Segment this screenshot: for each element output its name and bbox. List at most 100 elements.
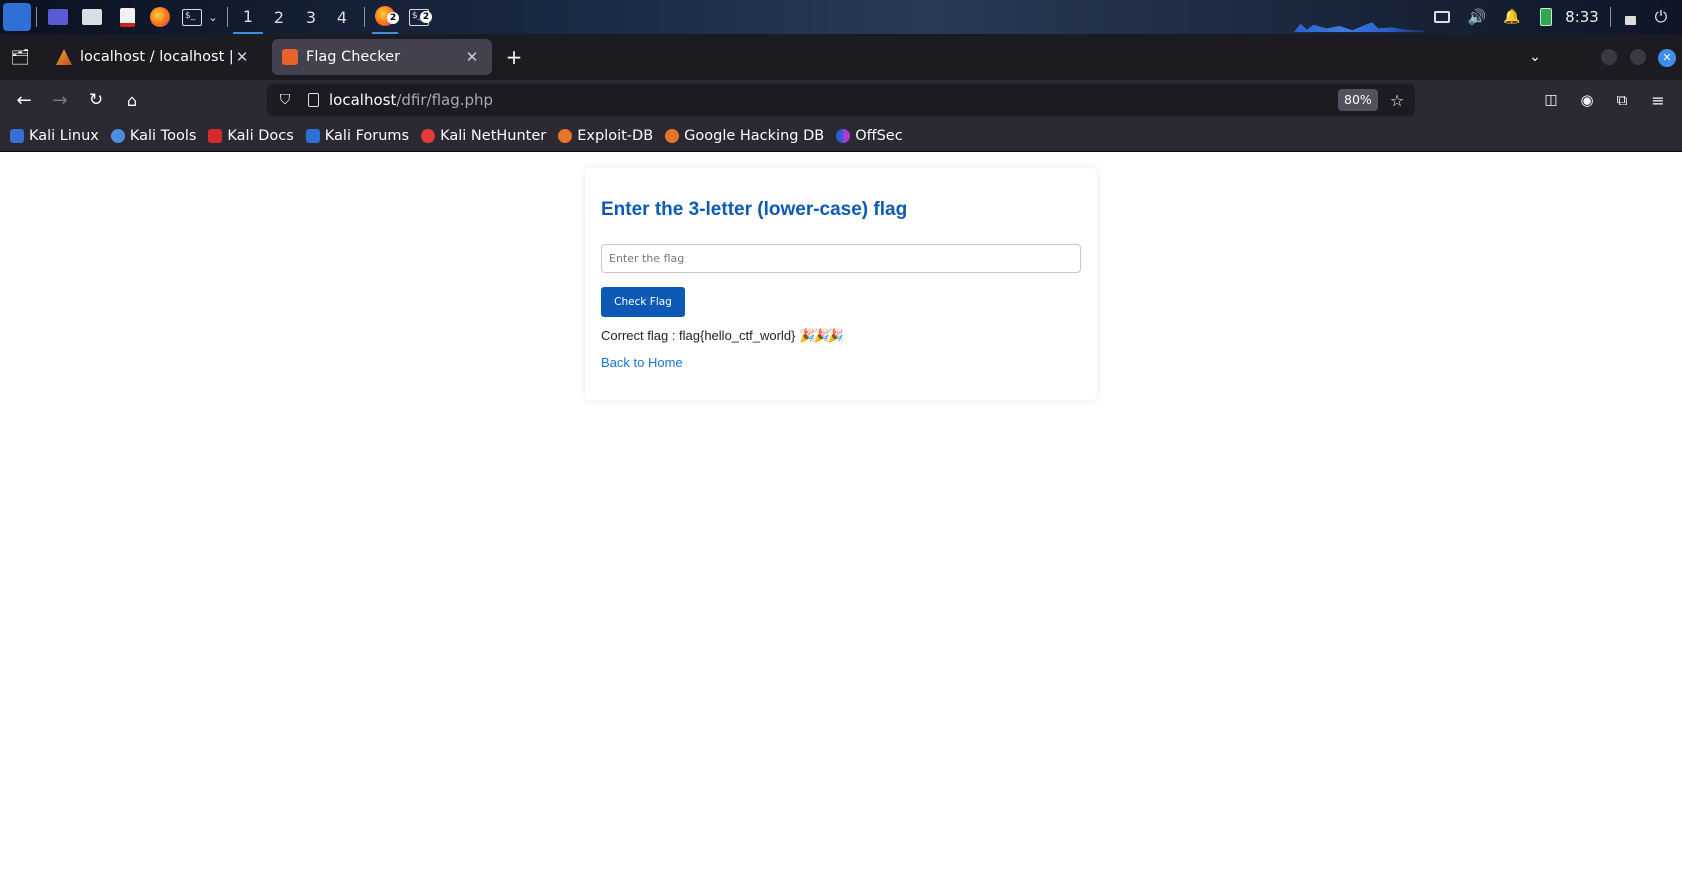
chevron-down-icon[interactable]: ⌄: [206, 0, 220, 34]
list-all-tabs-chevron-icon[interactable]: ⌄: [1523, 45, 1547, 69]
bookmark-label: Kali Docs: [227, 127, 294, 144]
bookmark-kali-linux[interactable]: Kali Linux: [10, 128, 99, 144]
window-close-button[interactable]: ✕: [1658, 49, 1676, 67]
bookmark-label: Kali Tools: [129, 127, 197, 144]
folder-icon: [82, 9, 102, 25]
pocket-icon[interactable]: ◫: [1539, 88, 1563, 112]
page-info-icon[interactable]: [303, 90, 323, 110]
url-path: /dfir/flag.php: [396, 91, 494, 109]
window-count-badge: 2: [420, 10, 432, 23]
cpu-graph-bars: [1294, 22, 1424, 32]
bookmarks-toolbar: Kali Linux Kali Tools Kali Docs Kali For…: [0, 120, 1682, 152]
bookmark-kali-docs[interactable]: Kali Docs: [208, 127, 294, 144]
cpu-graph: [1294, 0, 1424, 34]
terminal-launcher[interactable]: $_: [180, 0, 204, 34]
account-icon[interactable]: ◉: [1575, 88, 1599, 112]
workspace-1[interactable]: 1: [233, 0, 263, 34]
tab-phpmyadmin[interactable]: localhost / localhost | phpMyAdmin ✕: [46, 39, 262, 75]
bookmark-google-hacking-db[interactable]: Google Hacking DB: [665, 128, 824, 144]
party-popper-icon: 🎉🎉🎉: [799, 328, 844, 343]
close-icon[interactable]: ✕: [232, 48, 252, 66]
maximize-icon: [1630, 49, 1646, 65]
clock[interactable]: 8:33: [1562, 0, 1602, 34]
display-icon[interactable]: [1432, 0, 1452, 34]
bookmark-offsec[interactable]: OffSec: [836, 128, 903, 144]
workspace-4[interactable]: 4: [327, 0, 357, 34]
show-desktop-button[interactable]: [46, 0, 70, 34]
nethunter-icon: [421, 128, 436, 143]
result-message: Correct flag : flag{hello_ctf_world} 🎉🎉🎉: [601, 328, 844, 344]
bookmark-label: Google Hacking DB: [684, 127, 825, 144]
hamburger-menu-icon[interactable]: ≡: [1646, 88, 1670, 112]
back-arrow-icon[interactable]: ←: [12, 88, 36, 112]
bookmark-label: Exploit-DB: [577, 127, 654, 144]
panel-separator: [227, 7, 228, 27]
bookmark-label: Kali Linux: [29, 127, 99, 144]
check-flag-button[interactable]: Check Flag: [601, 287, 685, 317]
text-editor-icon: [119, 7, 135, 27]
close-icon[interactable]: ✕: [462, 48, 482, 66]
maximize-button[interactable]: [1630, 49, 1646, 65]
navigation-toolbar: ← → ↻ ⌂ ⛉ localhost/dfir/flag.php 80% ☆ …: [0, 80, 1682, 120]
tab-label: Flag Checker: [306, 49, 401, 65]
kali-docs-icon: [208, 128, 223, 143]
xampp-icon: [282, 49, 298, 65]
taskbar-terminal[interactable]: $_ 2: [406, 0, 432, 34]
kali-forums-icon: [305, 128, 320, 143]
tab-overview-icon[interactable]: 🗂: [8, 45, 32, 69]
workspace-2[interactable]: 2: [264, 0, 294, 34]
panel-separator: [1610, 7, 1611, 27]
tab-label: localhost / localhost | phpMyAdmin: [80, 49, 232, 65]
lock-icon[interactable]: [1620, 0, 1640, 34]
bookmark-label: Kali Forums: [324, 127, 410, 144]
reload-icon[interactable]: ↻: [84, 88, 108, 112]
flag-checker-card: Enter the 3-letter (lower-case) flag Che…: [585, 168, 1097, 400]
minimize-button[interactable]: [1601, 49, 1617, 65]
tracking-shield-icon[interactable]: ⛉: [275, 90, 295, 110]
address-bar[interactable]: ⛉ localhost/dfir/flag.php 80% ☆: [267, 84, 1415, 116]
bookmark-label: Kali NetHunter: [440, 127, 547, 144]
forward-arrow-icon[interactable]: →: [48, 88, 72, 112]
desktop-icon: [48, 9, 68, 25]
workspace-3[interactable]: 3: [296, 0, 326, 34]
panel-separator: [364, 7, 365, 27]
zoom-level-button[interactable]: 80%: [1338, 89, 1378, 111]
notification-bell-icon[interactable]: 🔔: [1502, 0, 1522, 34]
window-count-badge: 2: [387, 12, 399, 24]
bookmark-kali-nethunter[interactable]: Kali NetHunter: [421, 128, 546, 144]
window-close-icon: ✕: [1658, 49, 1676, 67]
kali-menu-button[interactable]: [3, 0, 31, 34]
flag-input[interactable]: [601, 244, 1081, 273]
file-manager-button[interactable]: [80, 0, 104, 34]
system-panel: $_ ⌄ 1 2 3 4 2 $_ 2 🔊 🔔 8:33 ⏻: [0, 0, 1682, 34]
bookmark-kali-forums[interactable]: Kali Forums: [305, 127, 410, 144]
taskbar-firefox[interactable]: 2: [372, 0, 399, 34]
exploit-db-icon: [558, 128, 573, 143]
bookmark-star-icon[interactable]: ☆: [1387, 90, 1407, 110]
extensions-puzzle-icon[interactable]: ⧉: [1610, 88, 1634, 112]
text-editor-button[interactable]: [116, 0, 138, 34]
url-text[interactable]: localhost/dfir/flag.php: [329, 84, 493, 116]
phpmyadmin-icon: [56, 49, 72, 65]
back-to-home-link[interactable]: Back to Home: [601, 355, 683, 370]
tab-flag-checker[interactable]: Flag Checker ✕: [272, 39, 492, 75]
browser-tab-strip: 🗂 localhost / localhost | phpMyAdmin ✕ F…: [0, 34, 1682, 80]
kali-tools-icon: [110, 128, 125, 143]
firefox-launcher[interactable]: [148, 0, 172, 34]
ghdb-icon: [665, 128, 680, 143]
web-page: Enter the 3-letter (lower-case) flag Che…: [0, 153, 1682, 878]
new-tab-plus-icon[interactable]: +: [502, 45, 526, 69]
logout-icon[interactable]: ⏻: [1650, 0, 1672, 34]
home-icon[interactable]: ⌂: [120, 88, 144, 112]
url-host: localhost: [329, 91, 397, 109]
bookmark-label: OffSec: [855, 127, 903, 144]
volume-icon[interactable]: 🔊: [1466, 0, 1488, 34]
page-title: Enter the 3-letter (lower-case) flag: [601, 199, 908, 220]
bookmark-exploit-db[interactable]: Exploit-DB: [558, 128, 653, 144]
terminal-icon: $_ 2: [409, 8, 432, 26]
battery-icon[interactable]: [1536, 0, 1556, 34]
kali-dragon-icon: [10, 128, 24, 143]
bookmark-kali-tools[interactable]: Kali Tools: [110, 127, 197, 144]
panel-separator: [36, 7, 37, 27]
terminal-icon: $_: [182, 8, 202, 26]
